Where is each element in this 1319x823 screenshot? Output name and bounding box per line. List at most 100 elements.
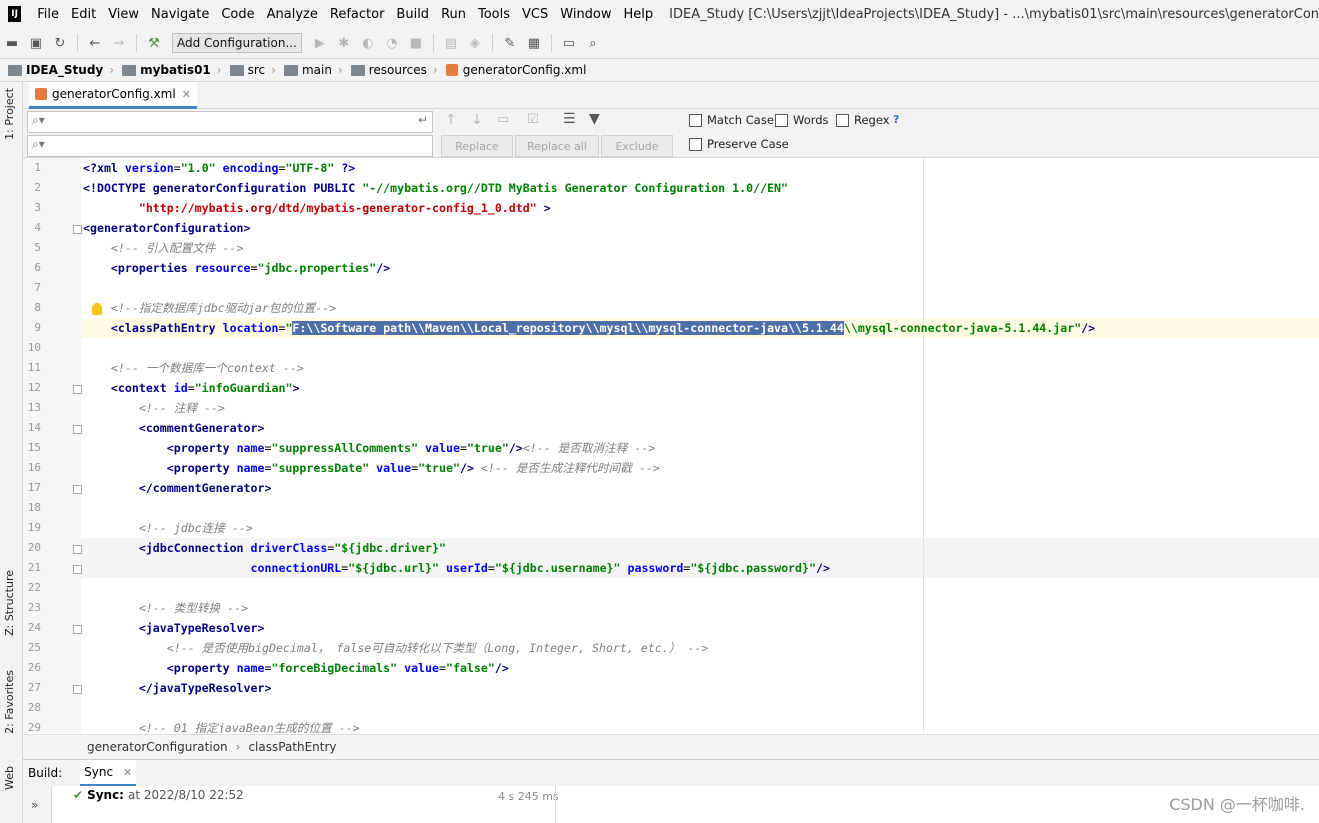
favorites-tool-tab[interactable]: 2: Favorites [3,670,16,734]
menu-code[interactable]: Code [215,7,260,22]
search-field[interactable]: ⌕▾ ↵ [27,111,433,133]
replace-field[interactable]: ⌕▾ [27,135,433,157]
regex-help-link[interactable]: ? [893,113,899,126]
chevron-right-icon: › [109,63,115,77]
exclude-button[interactable]: Exclude [601,135,673,157]
code-editor[interactable]: 1 2 3 4 5 6 7 8 9 10 11 12 13 14 15 16 1… [23,158,1319,733]
match-case-checkbox[interactable]: Match Case [689,113,774,127]
project-tool-tab[interactable]: 1: Project [3,88,16,140]
menu-view[interactable]: View [102,7,145,22]
crumb-generatorconfiguration[interactable]: generatorConfiguration [87,740,228,754]
stop-icon[interactable]: ■ [406,33,426,53]
token: = [173,161,181,175]
crumb-classpathentry[interactable]: classPathEntry [248,740,336,754]
filter-lines-icon[interactable]: ☰ [563,111,576,127]
xml-file-icon [35,88,47,100]
preserve-case-checkbox[interactable]: Preserve Case [689,137,789,151]
debug-icon[interactable]: ✱ [334,33,354,53]
profile-icon[interactable]: ◔ [382,33,402,53]
sync-icon[interactable]: ↻ [50,33,70,53]
run-icon[interactable]: ▶ [310,33,330,53]
token: /> [459,461,474,475]
token: id [173,381,188,395]
fold-marker-icon[interactable] [73,225,82,234]
sync-result-row[interactable]: ✔ Sync: at 2022/8/10 22:52 [73,788,244,802]
fold-marker-icon[interactable] [73,545,82,554]
sync-time: at 2022/8/10 22:52 [127,788,244,802]
back-arrow-icon[interactable]: ← [85,33,105,53]
tab-generatorconfig[interactable]: generatorConfig.xml ✕ [29,82,197,109]
expand-icon[interactable]: » [31,798,38,812]
folder-icon [283,64,298,76]
crumb-label: IDEA_Study [26,63,104,77]
close-icon[interactable]: ✕ [182,88,191,101]
terminal-icon[interactable]: ▭ [559,33,579,53]
close-icon[interactable]: ✕ [123,766,132,779]
crumb-project[interactable]: IDEA_Study › [8,63,114,77]
build-hammer-icon[interactable]: ⚒ [144,33,164,53]
sync-duration: 4 s 245 ms [498,790,559,803]
words-checkbox[interactable]: Words [775,113,829,127]
menu-tools[interactable]: Tools [472,7,516,22]
token: </javaTypeResolver> [83,681,272,695]
menu-bar: IJ File Edit View Navigate Code Analyze … [0,0,1319,28]
structure-tool-tab[interactable]: Z: Structure [3,570,16,636]
fold-marker-icon[interactable] [73,565,82,574]
code-line-11: <!-- 一个数据库一个context --> [83,358,304,378]
deploy-icon[interactable]: ◈ [465,33,485,53]
attach-icon[interactable]: ▤ [441,33,461,53]
menu-navigate[interactable]: Navigate [145,7,215,22]
newline-icon[interactable]: ↵ [418,113,428,127]
token: <!-- 注释 --> [83,401,225,415]
menu-file[interactable]: File [31,7,65,22]
web-tool-tab[interactable]: Web [3,766,16,790]
line-number: 16 [27,461,41,474]
replace-all-button[interactable]: Replace all [515,135,599,157]
toolbar-divider [136,34,137,52]
token: userId [439,561,488,575]
project-structure-icon[interactable]: ▦ [524,33,544,53]
tab-sync[interactable]: Sync ✕ [80,759,137,787]
add-selection-icon[interactable]: ☑ [527,112,539,127]
token: /> [1081,321,1096,335]
menu-run[interactable]: Run [435,7,472,22]
menu-edit[interactable]: Edit [65,7,102,22]
forward-arrow-icon[interactable]: → [109,33,129,53]
search-icon[interactable]: ⌕ [583,33,603,53]
arrow-up-icon[interactable]: ↑ [445,112,457,128]
line-number: 15 [27,441,41,454]
crumb-resources[interactable]: resources › [350,63,438,77]
crumb-file[interactable]: generatorConfig.xml [445,63,586,77]
menu-window[interactable]: Window [554,7,617,22]
crumb-main[interactable]: main › [283,63,343,77]
fold-marker-icon[interactable] [73,425,82,434]
code-line-13: <!-- 注释 --> [83,398,225,418]
add-configuration-button[interactable]: Add Configuration... [172,33,302,53]
token: name [236,461,265,475]
menu-refactor[interactable]: Refactor [324,7,391,22]
menu-help[interactable]: Help [618,7,660,22]
coverage-icon[interactable]: ◐ [358,33,378,53]
token: value [369,461,412,475]
select-all-occurrences-icon[interactable]: ▭ [497,112,509,127]
fold-marker-icon[interactable] [73,485,82,494]
regex-checkbox[interactable]: Regex [836,113,890,127]
wrench-icon[interactable]: ✎ [500,33,520,53]
token: <!-- 是否取消注释 --> [522,441,656,455]
arrow-down-icon[interactable]: ↓ [471,112,483,128]
build-side-toolbar: » [23,786,52,823]
fold-marker-icon[interactable] [73,625,82,634]
menu-vcs[interactable]: VCS [516,7,554,22]
save-icon[interactable]: ▣ [26,33,46,53]
checkbox-box [775,113,788,127]
line-number: 23 [27,601,41,614]
open-folder-icon[interactable]: ▬ [2,33,22,53]
crumb-module[interactable]: mybatis01 › [122,63,222,77]
fold-marker-icon[interactable] [73,685,82,694]
fold-marker-icon[interactable] [73,385,82,394]
filter-icon[interactable]: ▼ [589,111,600,127]
menu-analyze[interactable]: Analyze [261,7,324,22]
menu-build[interactable]: Build [390,7,435,22]
crumb-src[interactable]: src › [229,63,276,77]
replace-button[interactable]: Replace [441,135,513,157]
